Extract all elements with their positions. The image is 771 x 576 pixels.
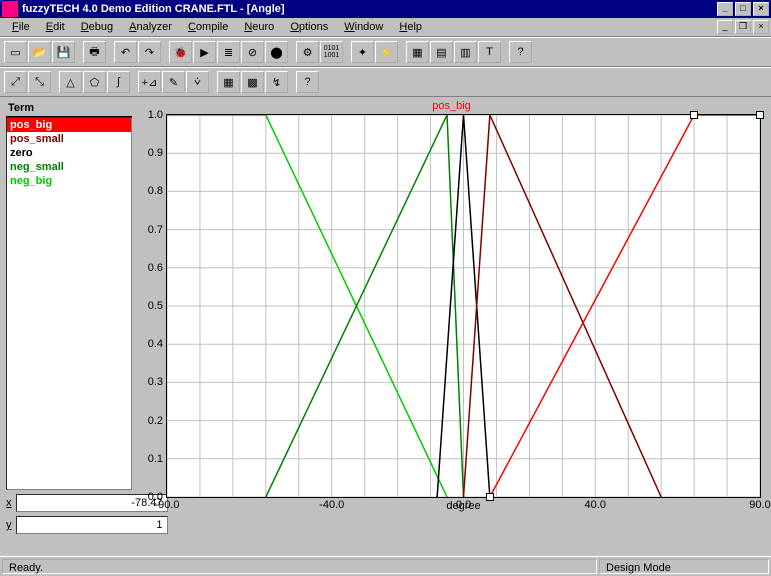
mbf-handle[interactable]	[486, 493, 494, 501]
menu-edit[interactable]: Edit	[38, 19, 73, 35]
save-button[interactable]: 💾	[52, 41, 75, 63]
chart-title: pos_big	[138, 100, 765, 114]
mbf-handle[interactable]	[756, 111, 764, 119]
minimize-button[interactable]: _	[717, 2, 733, 16]
window-title: fuzzyTECH 4.0 Demo Edition CRANE.FTL - […	[22, 3, 717, 15]
workspace: Term pos_bigpos_smallzeroneg_smallneg_bi…	[0, 97, 771, 553]
ytick: 1.0	[148, 109, 163, 121]
term-edit-button[interactable]: ✎	[162, 71, 185, 93]
status-mode: Design Mode	[599, 559, 769, 574]
zoom-out-button[interactable]: ⤡	[28, 71, 51, 93]
xtick: 40.0	[585, 499, 606, 511]
term-pos_big[interactable]: pos_big	[7, 118, 131, 132]
new-button[interactable]: ▭	[4, 41, 27, 63]
ytick: 0.8	[148, 185, 163, 197]
main-toolbar: ▭ 📂 💾 🖶 ↶ ↷ 🐞 ▶ ≣ ⊘ ⬤ ⚙ 01011001 ✦ ⚡ ▦ ▤…	[0, 37, 771, 67]
binary-button[interactable]: 01011001	[320, 41, 343, 63]
menu-help[interactable]: Help	[391, 19, 430, 35]
batch-button[interactable]: ≣	[217, 41, 240, 63]
title-bar: fuzzyTECH 4.0 Demo Edition CRANE.FTL - […	[0, 0, 771, 18]
mdi-minimize-button[interactable]: _	[717, 20, 733, 34]
xtick: 90.0	[749, 499, 770, 511]
term-neg_big[interactable]: neg_big	[7, 174, 131, 188]
shape-trapezoid-button[interactable]: ⬠	[83, 71, 106, 93]
menu-options[interactable]: Options	[282, 19, 336, 35]
close-button[interactable]: ×	[753, 2, 769, 16]
ytick: 0.6	[148, 262, 163, 274]
menu-window[interactable]: Window	[336, 19, 391, 35]
window-controls: _ □ ×	[717, 2, 769, 16]
toolbar-help-button[interactable]: ?	[296, 71, 319, 93]
ytick: 0.3	[148, 376, 163, 388]
learn-button[interactable]: ⚡	[375, 41, 398, 63]
y-label: y	[6, 519, 12, 531]
maximize-button[interactable]: □	[735, 2, 751, 16]
help-button[interactable]: ?	[509, 41, 532, 63]
layout2-button[interactable]: ▤	[430, 41, 453, 63]
term-pos_small[interactable]: pos_small	[7, 132, 131, 146]
status-bar: Ready. Design Mode	[0, 556, 771, 576]
snap-button[interactable]: ↯	[265, 71, 288, 93]
mbf-toolbar: ⤢ ⤡ △ ⬠ ∫ +⊿ ✎ ⩒ ▦ ▩ ↯ ?	[0, 67, 771, 97]
grid-button[interactable]: ▦	[217, 71, 240, 93]
record-button[interactable]: ⬤	[265, 41, 288, 63]
term-list[interactable]: pos_bigpos_smallzeroneg_smallneg_big	[6, 117, 132, 490]
redo-button[interactable]: ↷	[138, 41, 161, 63]
chart-area: pos_big 0.00.10.20.30.40.50.60.70.80.91.…	[138, 100, 765, 550]
ytick: 0.9	[148, 147, 163, 159]
debug-button[interactable]: 🐞	[169, 41, 192, 63]
open-button[interactable]: 📂	[28, 41, 51, 63]
term-overlap-button[interactable]: ⩒	[186, 71, 209, 93]
xtick: 0.0	[456, 499, 471, 511]
app-icon	[2, 1, 18, 17]
text-button[interactable]: T	[478, 41, 501, 63]
menu-neuro[interactable]: Neuro	[236, 19, 282, 35]
print-button[interactable]: 🖶	[83, 41, 106, 63]
term-zero[interactable]: zero	[7, 146, 131, 160]
menu-analyzer[interactable]: Analyzer	[121, 19, 180, 35]
x-label: x	[6, 497, 12, 509]
mdi-restore-button[interactable]: ❐	[735, 20, 751, 34]
ytick: 0.2	[148, 415, 163, 427]
layout3-button[interactable]: ▥	[454, 41, 477, 63]
menu-compile[interactable]: Compile	[180, 19, 236, 35]
term-header: Term	[6, 100, 132, 117]
membership-plot[interactable]: 0.00.10.20.30.40.50.60.70.80.91.0-90.0-4…	[166, 114, 761, 498]
layout1-button[interactable]: ▦	[406, 41, 429, 63]
menu-bar: FileEditDebugAnalyzerCompileNeuroOptions…	[0, 18, 771, 37]
grid-fine-button[interactable]: ▩	[241, 71, 264, 93]
shape-triangle-button[interactable]: △	[59, 71, 82, 93]
ytick: 0.4	[148, 338, 163, 350]
run-button[interactable]: ▶	[193, 41, 216, 63]
menu-file[interactable]: File	[4, 19, 38, 35]
menu-debug[interactable]: Debug	[73, 19, 121, 35]
shape-s-button[interactable]: ∫	[107, 71, 130, 93]
mbf-handle[interactable]	[690, 111, 698, 119]
mdi-close-button[interactable]: ×	[753, 20, 769, 34]
undo-button[interactable]: ↶	[114, 41, 137, 63]
stop-button[interactable]: ⊘	[241, 41, 264, 63]
xtick: -90.0	[154, 499, 179, 511]
neuro-button[interactable]: ✦	[351, 41, 374, 63]
status-message: Ready.	[2, 559, 597, 574]
mdi-window-controls: _ ❐ ×	[717, 20, 769, 34]
compile-button[interactable]: ⚙	[296, 41, 319, 63]
term-add-button[interactable]: +⊿	[138, 71, 161, 93]
xtick: -40.0	[319, 499, 344, 511]
ytick: 0.1	[148, 453, 163, 465]
ytick: 0.5	[148, 300, 163, 312]
term-panel: Term pos_bigpos_smallzeroneg_smallneg_bi…	[6, 100, 132, 550]
term-neg_small[interactable]: neg_small	[7, 160, 131, 174]
ytick: 0.7	[148, 224, 163, 236]
zoom-in-button[interactable]: ⤢	[4, 71, 27, 93]
